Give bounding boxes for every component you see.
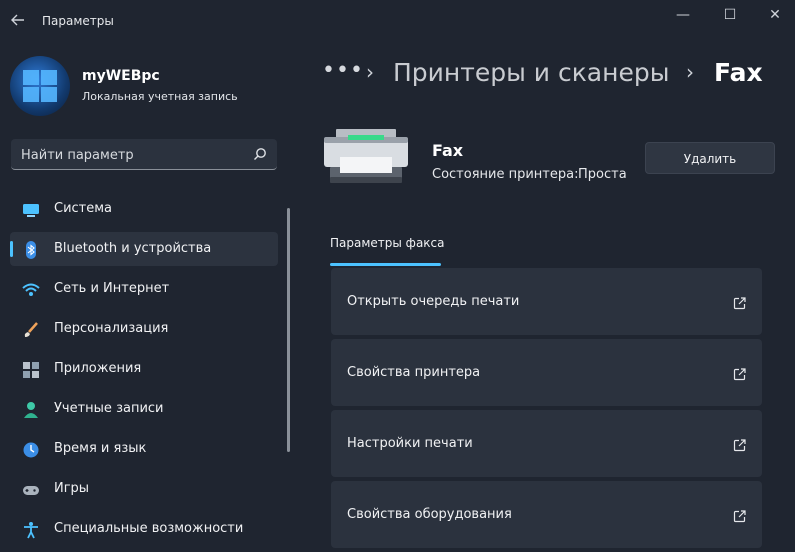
sidebar-item-label: Bluetooth и устройства [54, 241, 212, 256]
open-external-icon [733, 295, 746, 310]
open-external-icon [733, 508, 746, 523]
breadcrumb-more-button[interactable]: ••• [322, 58, 364, 83]
sidebar-scrollbar[interactable] [287, 208, 290, 452]
sidebar-item-label: Учетные записи [54, 401, 164, 416]
open-print-queue-card[interactable]: Открыть очередь печати [331, 268, 762, 335]
sidebar-item-label: Приложения [54, 361, 142, 376]
remove-button[interactable]: Удалить [645, 142, 775, 174]
card-label: Настройки печати [347, 436, 473, 451]
printer-name: Fax [432, 141, 464, 160]
print-settings-card[interactable]: Настройки печати [331, 410, 762, 477]
hardware-properties-card[interactable]: Свойства оборудования [331, 481, 762, 548]
tab-fax-settings[interactable]: Параметры факса [330, 236, 445, 250]
card-label: Открыть очередь печати [347, 294, 520, 309]
settings-list: Открыть очередь печати Свойства принтера… [331, 268, 762, 552]
sidebar-item-label: Время и язык [54, 441, 147, 456]
search-input[interactable] [11, 139, 253, 171]
minimize-button[interactable]: — [660, 6, 706, 24]
printer-icon [322, 127, 410, 185]
title-bar: Параметры — ☐ ✕ [0, 0, 795, 44]
apps-icon [22, 361, 40, 379]
system-icon [22, 201, 40, 219]
breadcrumb-chevron-icon: › [366, 60, 374, 84]
close-button[interactable]: ✕ [752, 6, 795, 24]
user-profile[interactable]: myWEBpc Локальная учетная запись [10, 56, 290, 118]
gamepad-icon [22, 481, 40, 499]
sidebar-item-label: Игры [54, 481, 90, 496]
search-box[interactable] [11, 139, 277, 171]
breadcrumb-parent-link[interactable]: Принтеры и сканеры [393, 58, 669, 87]
time-language-icon [22, 441, 40, 459]
sidebar-nav: Система Bluetooth и устройства Сеть и Ин… [10, 192, 278, 552]
card-label: Свойства принтера [347, 365, 481, 380]
user-name: myWEBpc [82, 68, 160, 84]
open-external-icon [733, 437, 746, 452]
sidebar-item-network[interactable]: Сеть и Интернет [10, 272, 278, 306]
active-indicator [10, 241, 13, 257]
sidebar-item-accounts[interactable]: Учетные записи [10, 392, 278, 426]
avatar [10, 56, 70, 116]
accessibility-icon [22, 521, 40, 539]
accounts-icon [22, 401, 40, 419]
printer-status-value: Проста [578, 167, 627, 182]
sidebar-item-label: Система [54, 201, 113, 216]
sidebar-item-label: Специальные возможности [54, 521, 244, 536]
account-type: Локальная учетная запись [82, 90, 238, 103]
page-title: Fax [714, 58, 763, 87]
sidebar-item-time-language[interactable]: Время и язык [10, 432, 278, 466]
sidebar-item-label: Сеть и Интернет [54, 281, 170, 296]
sidebar-item-accessibility[interactable]: Специальные возможности [10, 512, 278, 546]
maximize-button[interactable]: ☐ [707, 6, 753, 24]
open-external-icon [733, 366, 746, 381]
sidebar-item-system[interactable]: Система [10, 192, 278, 226]
search-icon[interactable] [253, 146, 267, 160]
windows-logo-icon [23, 70, 57, 102]
sidebar-item-personalization[interactable]: Персонализация [10, 312, 278, 346]
printer-status-label: Состояние принтера: [432, 167, 579, 182]
sidebar-item-label: Персонализация [54, 321, 169, 336]
bluetooth-icon [22, 241, 40, 259]
brush-icon [22, 321, 40, 339]
printer-properties-card[interactable]: Свойства принтера [331, 339, 762, 406]
wifi-icon [22, 281, 40, 299]
card-label: Свойства оборудования [347, 507, 512, 522]
sidebar-item-gaming[interactable]: Игры [10, 472, 278, 506]
app-title: Параметры [42, 14, 114, 28]
tab-active-underline [330, 263, 441, 266]
sidebar-item-bluetooth[interactable]: Bluetooth и устройства [10, 232, 278, 266]
sidebar-item-apps[interactable]: Приложения [10, 352, 278, 386]
breadcrumb-chevron-icon: › [686, 60, 694, 84]
back-arrow-icon[interactable] [10, 12, 28, 30]
